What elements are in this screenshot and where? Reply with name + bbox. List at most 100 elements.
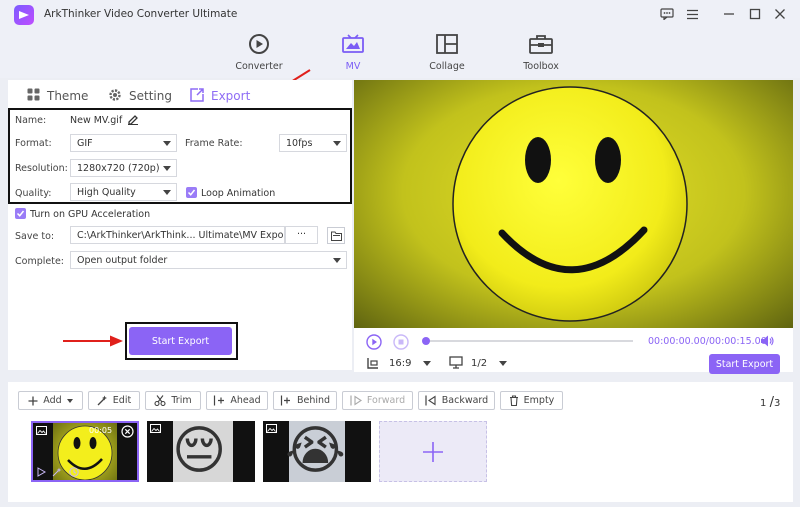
chevron-down-icon: [333, 258, 341, 263]
subtab-theme-label: Theme: [47, 89, 89, 103]
mv-icon: [313, 32, 393, 56]
clip-2-emoji: 😔: [172, 421, 227, 481]
move-forward-icon: [350, 395, 362, 406]
chevron-down-icon[interactable]: [423, 361, 431, 366]
aspect-ratio-value[interactable]: 16:9: [389, 358, 411, 369]
clip-duration: 00:05: [89, 426, 113, 435]
clip-3-emoji: 😭: [285, 421, 346, 481]
backward-button[interactable]: Backward: [418, 391, 495, 410]
player-start-export-button[interactable]: Start Export: [709, 354, 780, 374]
open-folder-button[interactable]: [327, 227, 345, 244]
complete-select[interactable]: Open output folder: [70, 251, 347, 269]
format-select[interactable]: GIF: [70, 134, 177, 152]
frame-rate-select[interactable]: 10fps: [279, 134, 347, 152]
subtab-theme[interactable]: Theme: [27, 88, 88, 104]
clip-thumbnail-2[interactable]: 😔: [147, 421, 255, 482]
name-label: Name:: [15, 115, 47, 126]
image-icon: [266, 424, 277, 433]
gpu-acceleration-checkbox[interactable]: [15, 208, 26, 219]
remove-clip-icon[interactable]: [121, 425, 134, 438]
minimize-icon[interactable]: [720, 5, 738, 23]
format-value: GIF: [77, 138, 93, 149]
monitor-icon: [449, 356, 463, 369]
behind-button[interactable]: Behind: [273, 391, 337, 410]
tab-mv[interactable]: MV: [313, 32, 393, 74]
trash-icon: [509, 395, 518, 406]
chevron-down-icon: [163, 190, 171, 195]
page-indicator: 1 /3: [760, 395, 780, 410]
save-to-value: C:\ArkThinker\ArkThink... Ultimate\MV Ex…: [77, 230, 285, 241]
save-to-path[interactable]: C:\ArkThinker\ArkThink... Ultimate\MV Ex…: [70, 226, 285, 244]
tab-collage[interactable]: Collage: [407, 32, 487, 74]
gear-icon: [108, 88, 122, 105]
trim-button-label: Trim: [171, 395, 192, 406]
edit-name-icon[interactable]: [127, 113, 139, 128]
subtab-export-label: Export: [211, 89, 251, 103]
toolbox-icon: [501, 32, 581, 56]
progress-slider[interactable]: [425, 340, 633, 342]
tab-toolbox[interactable]: Toolbox: [501, 32, 581, 74]
empty-button[interactable]: Empty: [500, 391, 563, 410]
empty-button-label: Empty: [523, 395, 555, 406]
complete-label: Complete:: [15, 256, 64, 267]
app-logo-icon: [14, 5, 34, 25]
clip-thumbnail-1[interactable]: 00:05: [31, 421, 139, 482]
tab-mv-label: MV: [345, 61, 361, 72]
chevron-down-icon: [163, 141, 171, 146]
chevron-down-icon: [333, 141, 341, 146]
subtab-export[interactable]: Export: [190, 87, 251, 104]
plus-icon: [423, 441, 443, 462]
forward-button[interactable]: Forward: [342, 391, 413, 410]
ahead-button[interactable]: Ahead: [206, 391, 268, 410]
tab-collage-label: Collage: [429, 61, 465, 72]
save-to-label: Save to:: [15, 231, 55, 242]
feedback-icon[interactable]: [658, 5, 676, 23]
menu-icon[interactable]: [683, 5, 701, 23]
insert-ahead-icon: [214, 395, 225, 406]
edit-button-label: Edit: [112, 395, 132, 406]
quality-select[interactable]: High Quality: [70, 183, 177, 201]
add-clip-tile[interactable]: [379, 421, 487, 482]
page-total: 3: [773, 398, 781, 409]
move-backward-icon: [425, 395, 436, 406]
theme-icon: [27, 88, 40, 104]
clip-clock-icon[interactable]: [69, 467, 79, 477]
chevron-down-icon[interactable]: [499, 361, 507, 366]
play-icon[interactable]: [366, 334, 382, 350]
close-icon[interactable]: [771, 5, 789, 23]
loop-animation-checkbox[interactable]: [186, 187, 197, 198]
ahead-button-label: Ahead: [230, 395, 261, 406]
edit-button[interactable]: Edit: [88, 391, 140, 410]
add-button[interactable]: Add: [18, 391, 83, 410]
image-icon: [36, 426, 47, 435]
volume-icon[interactable]: [760, 334, 774, 348]
zoom-value[interactable]: 1/2: [471, 358, 487, 369]
maximize-icon[interactable]: [746, 5, 764, 23]
subtab-setting-label: Setting: [129, 89, 172, 103]
aspect-ratio-icon: [366, 357, 379, 370]
folder-icon: [330, 231, 342, 241]
start-export-button[interactable]: Start Export: [129, 327, 232, 355]
stop-icon[interactable]: [393, 334, 409, 350]
image-icon: [150, 424, 161, 433]
loop-animation-label: Loop Animation: [201, 188, 276, 199]
behind-button-label: Behind: [296, 395, 331, 406]
clip-thumbnail-3[interactable]: 😭: [263, 421, 371, 482]
subtab-setting[interactable]: Setting: [108, 88, 172, 104]
page-current: 1: [760, 398, 767, 409]
plus-icon: [28, 396, 38, 405]
resolution-value: 1280x720 (720p): [77, 163, 160, 174]
insert-behind-icon: [280, 395, 290, 406]
app-title: ArkThinker Video Converter Ultimate: [44, 8, 238, 20]
complete-value: Open output folder: [77, 255, 168, 266]
time-display: 00:00:00.00/00:00:15.00: [648, 336, 767, 347]
resolution-select[interactable]: 1280x720 (720p): [70, 159, 177, 177]
clip-play-icon[interactable]: [37, 467, 46, 477]
trim-button[interactable]: Trim: [145, 391, 201, 410]
browse-button[interactable]: ···: [285, 226, 318, 244]
main-nav: [0, 28, 800, 78]
quality-value: High Quality: [77, 187, 136, 198]
clip-effect-icon[interactable]: [52, 467, 62, 477]
chevron-down-icon: [163, 166, 171, 171]
progress-handle[interactable]: [422, 337, 430, 345]
